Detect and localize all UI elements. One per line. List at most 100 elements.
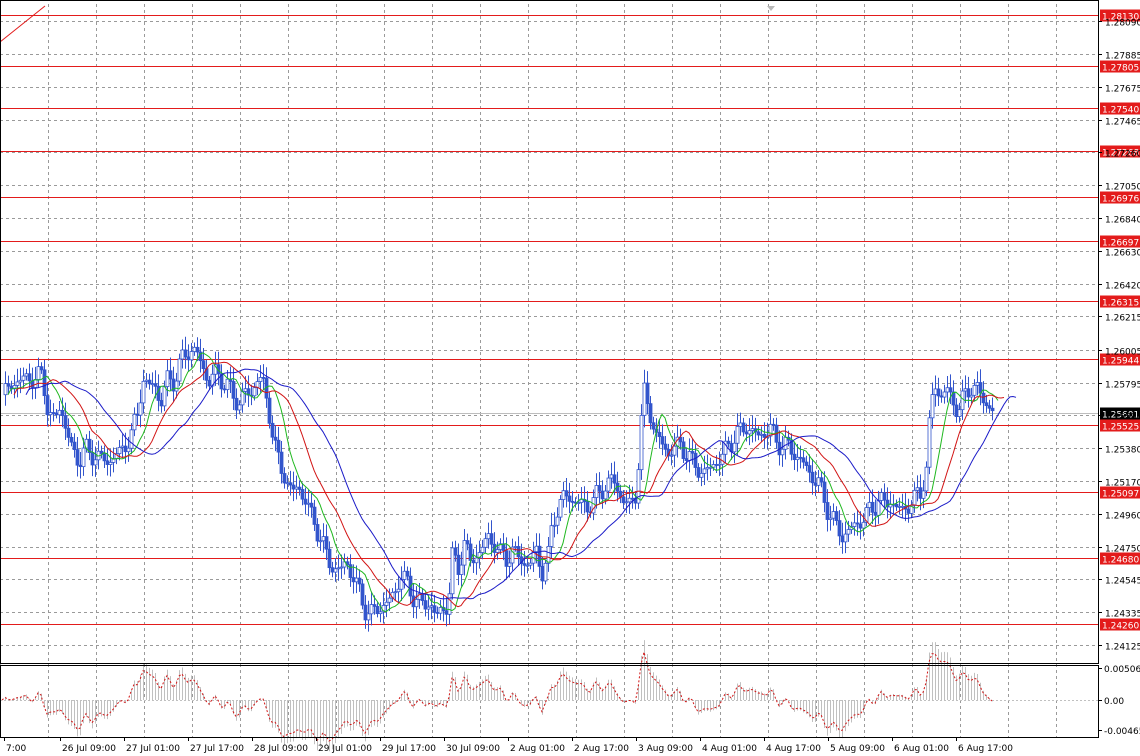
candle-body [975,382,980,386]
candle-body [744,431,749,435]
candle-body [702,468,707,474]
candle-body [294,486,299,490]
horizontal-level-lines[interactable]: 1.281301.278051.275401.272681.269761.266… [0,9,1140,632]
candle-body [555,516,560,526]
time-axis[interactable]: 7:00 26 Jul 09:00 27 Jul 01:00 27 Jul 17:00… [4,737,1014,754]
candle-body [570,500,575,503]
candle-body [924,466,929,492]
candle-body [165,370,170,387]
candle-body [126,447,131,453]
trading-chart[interactable]: 1.281301.278051.275401.272681.269761.266… [0,0,1140,756]
candle-body [549,525,554,547]
candle-body [918,487,923,499]
candle-body [945,387,950,393]
candle-body [813,482,818,486]
candle-body [969,394,974,398]
candle-body [138,402,143,416]
candle-body [981,392,986,404]
candle-body [45,395,50,416]
candle-body [921,490,926,499]
candle-body [387,597,392,603]
candle-body [954,404,959,417]
candle-body [669,454,674,457]
candle-body [243,388,248,392]
candle-body [42,369,47,397]
candle-body [192,346,197,352]
level-label: 1.24260 [1102,622,1139,632]
candle-body [90,452,95,466]
candle-body [132,413,137,431]
candle-body [846,529,851,535]
candle-body [21,375,26,381]
trendline[interactable] [0,5,46,43]
candle-body [546,546,551,564]
candle-body [303,498,308,505]
candle-body [858,523,863,529]
candle-body [330,567,335,573]
price-tick-label: 1.25795 [1105,381,1140,391]
candle-body [912,489,917,506]
candle-body [57,409,62,416]
candle-body [162,386,167,407]
candle-body [123,445,128,453]
candle-body [594,485,599,498]
candle-body [897,505,902,508]
candle-body [285,482,290,485]
candle-body [444,610,449,615]
candle-body [312,506,317,525]
candle-body [855,522,860,525]
candle-body [366,613,371,621]
candle-body [684,458,689,461]
candle-body [807,465,812,473]
candle-body [357,577,362,585]
price-tick-label: 1.26630 [1105,249,1140,259]
candle-body [282,473,287,484]
candle-body [861,521,866,529]
candle-body [822,481,827,503]
level-label: 1.26976 [1102,195,1139,205]
candle-body [447,593,452,615]
candle-body [558,499,563,518]
candle-body [36,366,41,380]
trendline-segment[interactable] [0,5,46,43]
candle-body [936,388,941,397]
time-tick-label: 29 Jul 17:00 [382,744,436,754]
price-tick-label: 1.24335 [1105,610,1140,620]
price-tick-label: 1.27465 [1105,118,1140,128]
candle-body [687,451,692,461]
candle-body [327,548,332,569]
candle-body [957,409,962,417]
candle-body [75,449,80,466]
candle-body [297,486,302,490]
candle-body [336,567,341,570]
candle-body [189,351,194,361]
candle-body [186,356,191,361]
candle-body [627,497,632,503]
candle-body [750,428,755,431]
level-label: 1.26697 [1102,239,1139,249]
candle-body [579,499,584,503]
candle-body [741,422,746,433]
candle-body [252,387,257,397]
candle-body [150,383,155,386]
candle-body [840,535,845,543]
time-tick-label: 30 Jul 09:00 [446,744,500,754]
time-tick-label: 5 Aug 09:00 [830,744,885,754]
candle-body [405,570,410,577]
candle-body [759,433,764,436]
price-tick-label: 1.24125 [1105,643,1140,653]
candle-body [561,490,566,500]
candle-body [603,490,608,500]
candle-body [672,445,677,456]
candle-body [564,490,569,497]
candle-body [258,377,263,382]
candle-body [135,413,140,416]
candle-body [99,450,104,454]
candle-body [474,557,479,564]
candle-body [423,600,428,610]
candle-body [378,611,383,615]
ma-fast-line [7,352,999,613]
price-tick-label: 1.24960 [1105,512,1140,522]
candle-body [657,431,662,437]
candle-body [120,445,125,448]
